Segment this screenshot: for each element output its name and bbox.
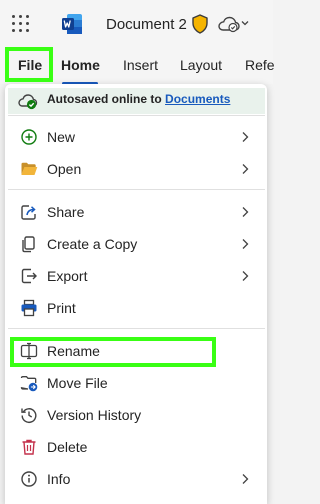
copy-icon [22,236,35,253]
menu-item-label: Share [47,204,85,220]
plus-circle-icon [21,129,37,145]
move-file-icon [20,376,38,392]
menu-item-label: New [47,129,76,145]
menu-item-label: Create a Copy [47,236,138,252]
info-icon [21,471,37,487]
menu-item-label: Info [47,471,71,487]
menu-item-label: Export [47,268,88,284]
menu-item-print[interactable]: Print [8,292,265,324]
chevron-right-icon [242,207,249,217]
menu-item-info[interactable]: Info [8,463,265,495]
word-logo-icon [62,14,82,34]
menu-item-move-file[interactable]: Move File [8,367,265,399]
folder-open-icon [21,162,38,175]
menu-item-label: Delete [47,439,88,455]
menu-item-create-copy[interactable]: Create a Copy [8,228,265,260]
tab-insert[interactable]: Insert [123,57,158,73]
menu-item-label: Print [47,300,76,316]
chevron-right-icon [242,132,249,142]
tab-home[interactable]: Home [61,57,100,73]
history-icon [21,408,37,424]
divider [8,189,265,190]
rename-highlight [10,337,216,367]
menu-item-new[interactable]: New [8,121,265,153]
chevron-right-icon [242,474,249,484]
menu-item-delete[interactable]: Delete [8,431,265,463]
chevron-down-icon[interactable] [240,17,250,29]
menu-item-version-history[interactable]: Version History [8,399,265,431]
documents-link[interactable]: Documents [165,92,230,106]
chevron-right-icon [242,271,249,281]
app-launcher-icon[interactable] [11,14,31,34]
export-icon [21,268,37,284]
menu-item-export[interactable]: Export [8,260,265,292]
divider [8,115,265,116]
menu-item-label: Version History [47,407,142,423]
print-icon [21,299,37,317]
menu-item-share[interactable]: Share [8,196,265,228]
share-icon [21,205,36,220]
file-tab-highlight [5,47,53,82]
tab-layout[interactable]: Layout [180,57,222,73]
cloud-check-icon [18,94,38,110]
menu-item-label: Move File [47,375,108,391]
chevron-right-icon [242,164,249,174]
chevron-right-icon [242,239,249,249]
autosave-status: Autosaved online to Documents [47,92,230,106]
trash-icon [22,439,36,455]
document-title[interactable]: Document 2 [106,16,187,33]
menu-item-label: Open [47,161,82,177]
title-bar: Document 2 [0,0,273,48]
shield-icon[interactable] [191,14,209,34]
divider [8,328,265,329]
cloud-sync-icon[interactable] [217,15,241,33]
menu-item-open[interactable]: Open [8,153,265,185]
tab-references[interactable]: Refe [245,57,275,73]
autosave-label: Autosaved online to [47,92,162,106]
